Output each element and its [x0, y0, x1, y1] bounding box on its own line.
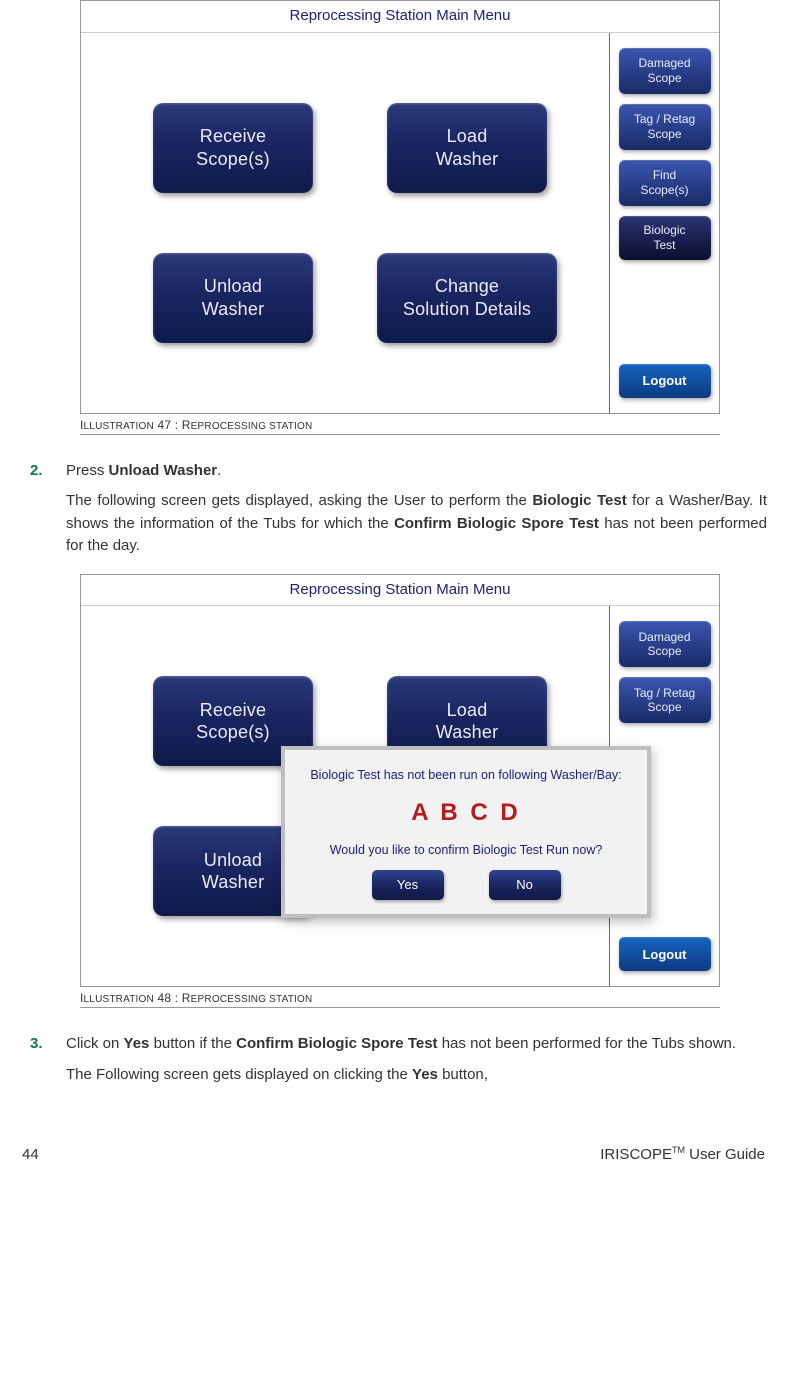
damaged-scope-button[interactable]: Damaged Scope	[619, 621, 711, 667]
tag-retag-scope-button[interactable]: Tag / Retag Scope	[619, 104, 711, 150]
dialog-message-2: Would you like to confirm Biologic Test …	[295, 841, 637, 860]
step-3: 3. Click on Yes button if the Confirm Bi…	[30, 1033, 767, 1094]
figure-47: Reprocessing Station Main Menu Receive S…	[80, 0, 720, 435]
unload-washer-button[interactable]: Unload Washer	[153, 253, 313, 343]
logout-button[interactable]: Logout	[619, 937, 711, 971]
dialog-no-button[interactable]: No	[489, 870, 561, 900]
app-body: Receive Scope(s) Load Washer Unload Wash…	[81, 33, 719, 413]
damaged-scope-button[interactable]: Damaged Scope	[619, 48, 711, 94]
app-window: Reprocessing Station Main Menu Receive S…	[80, 0, 720, 414]
footer-brand: IRISCOPETM User Guide	[600, 1144, 765, 1167]
dialog-bay-list: A B C D	[295, 795, 637, 831]
load-washer-button[interactable]: Load Washer	[387, 103, 547, 193]
logout-button[interactable]: Logout	[619, 364, 711, 398]
figure-caption: ILLUSTRATION 48 : REPROCESSING STATION	[80, 987, 720, 1008]
find-scopes-button[interactable]: Find Scope(s)	[619, 160, 711, 206]
app-window: Reprocessing Station Main Menu Receive S…	[80, 574, 720, 988]
step-body: Click on Yes button if the Confirm Biolo…	[66, 1033, 767, 1094]
app-body: Receive Scope(s) Load Washer Unload Wash…	[81, 606, 719, 986]
tag-retag-scope-button[interactable]: Tag / Retag Scope	[619, 677, 711, 723]
step-number: 2.	[30, 460, 46, 566]
page-number: 44	[22, 1144, 39, 1167]
figure-caption: ILLUSTRATION 47 : REPROCESSING STATION	[80, 414, 720, 435]
dialog-button-row: Yes No	[295, 870, 637, 900]
step-2: 2. Press Unload Washer. The following sc…	[30, 460, 767, 566]
change-solution-details-button[interactable]: Change Solution Details	[377, 253, 557, 343]
page-footer: 44 IRISCOPETM User Guide	[20, 1144, 767, 1167]
app-titlebar: Reprocessing Station Main Menu	[81, 1, 719, 33]
main-button-grid: Receive Scope(s) Load Washer Unload Wash…	[81, 33, 609, 413]
dialog-message-1: Biologic Test has not been run on follow…	[295, 766, 637, 785]
dialog-yes-button[interactable]: Yes	[372, 870, 444, 900]
receive-scopes-button[interactable]: Receive Scope(s)	[153, 103, 313, 193]
app-titlebar: Reprocessing Station Main Menu	[81, 575, 719, 607]
step-number: 3.	[30, 1033, 46, 1094]
side-panel: Damaged Scope Tag / Retag Scope Find Sco…	[609, 33, 719, 413]
step-body: Press Unload Washer. The following scree…	[66, 460, 767, 566]
figure-48: Reprocessing Station Main Menu Receive S…	[80, 574, 720, 1009]
biologic-test-button[interactable]: Biologic Test	[619, 216, 711, 260]
biologic-test-dialog: Biologic Test has not been run on follow…	[281, 746, 651, 918]
